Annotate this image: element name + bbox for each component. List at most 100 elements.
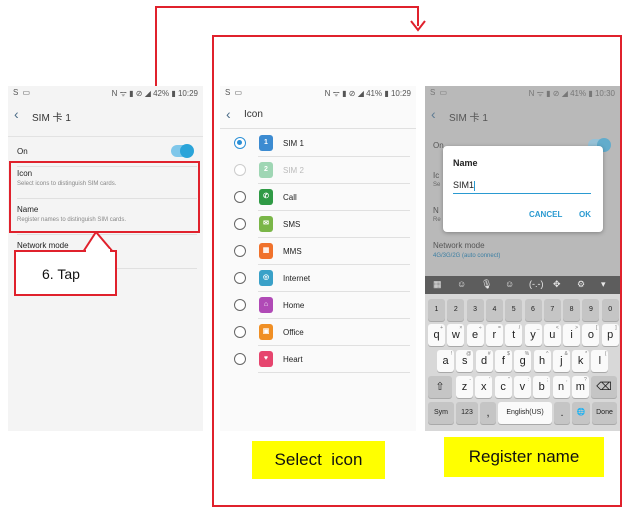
keyboard-key[interactable]: y _ bbox=[524, 324, 542, 346]
language-key[interactable]: 🌐 bbox=[572, 402, 590, 424]
keyboard-toolbar-icon[interactable]: ▦ bbox=[433, 279, 442, 290]
key-label: q bbox=[433, 329, 440, 341]
back-arrow-icon[interactable]: ‹ bbox=[14, 106, 19, 122]
keyboard-key[interactable]: n, bbox=[552, 376, 570, 398]
keyboard-key[interactable]: 6 bbox=[524, 299, 542, 321]
key-label: o bbox=[587, 329, 594, 341]
network-mode-value: 4G/3G/2G (auto connect) bbox=[433, 253, 501, 259]
radio-unselected-icon[interactable] bbox=[234, 164, 246, 176]
keyboard-key[interactable]: d # bbox=[475, 350, 493, 372]
ok-button[interactable]: OK bbox=[579, 210, 591, 219]
keyboard-key[interactable]: a! bbox=[437, 350, 454, 372]
keyboard-key[interactable]: 3 bbox=[466, 299, 484, 321]
keyboard-toolbar-icon[interactable]: 🎙 bbox=[481, 279, 492, 290]
sim-toggle-switch[interactable] bbox=[171, 144, 194, 158]
icon-option-label: Office bbox=[283, 328, 304, 337]
keyboard-key[interactable]: i > bbox=[563, 324, 581, 346]
keyboard-key[interactable]: k * bbox=[572, 350, 590, 372]
back-arrow-icon[interactable]: ‹ bbox=[226, 106, 231, 122]
keyboard-key[interactable]: h ^ bbox=[533, 350, 551, 372]
keyboard-key[interactable]: v: bbox=[513, 376, 531, 398]
key-label: Done bbox=[596, 409, 613, 416]
keyboard-key[interactable]: m? bbox=[571, 376, 589, 398]
keyboard-key[interactable]: w × bbox=[447, 324, 465, 346]
keyboard-key[interactable]: 5 bbox=[505, 299, 523, 321]
keyboard-toolbar-icon[interactable]: ☺ bbox=[505, 279, 514, 289]
comma-key[interactable]: , bbox=[480, 402, 496, 424]
keyboard-key[interactable]: b; bbox=[533, 376, 551, 398]
keyboard-toolbar-icon[interactable]: ▾ bbox=[601, 279, 606, 290]
number-key[interactable]: 123 bbox=[456, 402, 478, 424]
keyboard-key[interactable]: z- bbox=[456, 376, 473, 398]
name-dialog: Name SIM1 CANCEL OK bbox=[443, 146, 603, 232]
keyboard-key[interactable]: j & bbox=[552, 350, 570, 372]
radio-unselected-icon[interactable] bbox=[234, 191, 246, 203]
keyboard-key[interactable]: c " bbox=[494, 376, 512, 398]
keyboard-key[interactable]: g% bbox=[514, 350, 532, 372]
icon-option-row[interactable]: ◎ Internet bbox=[220, 265, 416, 292]
keyboard-key[interactable]: u < bbox=[543, 324, 561, 346]
keyboard-key[interactable]: 1 bbox=[428, 299, 445, 321]
keyboard-key[interactable]: x ' bbox=[475, 376, 493, 398]
radio-unselected-icon[interactable] bbox=[234, 218, 246, 230]
keyboard-key[interactable]: 7 bbox=[543, 299, 561, 321]
icon-option-row[interactable]: ♥ Heart bbox=[220, 346, 416, 373]
icon-option-row[interactable]: ▣ Office bbox=[220, 319, 416, 346]
keyboard-key[interactable]: o[ bbox=[582, 324, 600, 346]
icon-option-row[interactable]: ⌂ Home bbox=[220, 292, 416, 319]
cancel-button[interactable]: CANCEL bbox=[529, 210, 562, 219]
keyboard-key[interactable]: f $ bbox=[494, 350, 512, 372]
keyboard-key[interactable]: e ÷ bbox=[466, 324, 484, 346]
keyboard-key[interactable]: 9 bbox=[582, 299, 600, 321]
radio-unselected-icon[interactable] bbox=[234, 245, 246, 257]
icon-option-row[interactable]: ✉ SMS bbox=[220, 211, 416, 238]
icon-option-row[interactable]: 2 SIM 2 bbox=[220, 157, 416, 184]
keyboard-toolbar-icon[interactable]: (-.-) bbox=[529, 279, 544, 289]
key-hint: ^ bbox=[546, 351, 549, 357]
sim-icon-preview: ♥ bbox=[259, 351, 273, 367]
status-bar: S ▭ N ᯤ ▮ ⊘ ◢ 42% ▮ 10:29 bbox=[8, 86, 203, 100]
keyboard-toolbar-icon[interactable]: ✥ bbox=[553, 279, 561, 290]
keyboard-key[interactable]: r = bbox=[485, 324, 503, 346]
icon-option-row[interactable]: 1 SIM 1 bbox=[220, 130, 416, 157]
space-key[interactable]: English(US) bbox=[498, 402, 552, 424]
keyboard-key[interactable]: q + bbox=[428, 324, 445, 346]
keyboard-key[interactable]: 2 bbox=[447, 299, 465, 321]
key-label: 4 bbox=[492, 306, 497, 313]
keyboard-key[interactable]: t / bbox=[505, 324, 523, 346]
key-label: z bbox=[461, 381, 468, 393]
name-input[interactable]: SIM1 bbox=[453, 178, 591, 194]
keyboard-key[interactable]: l( bbox=[591, 350, 609, 372]
keyboard-toolbar-icon[interactable]: ⚙ bbox=[577, 279, 585, 290]
sym-key[interactable]: Sym bbox=[428, 402, 454, 424]
keyboard-toolbar-icon[interactable]: ☺ bbox=[457, 279, 466, 289]
keyboard-key[interactable]: 0 bbox=[601, 299, 619, 321]
back-arrow-icon[interactable]: ‹ bbox=[431, 106, 436, 122]
done-key[interactable]: Done bbox=[592, 402, 617, 424]
radio-unselected-icon[interactable] bbox=[234, 299, 246, 311]
keyboard-key[interactable]: 4 bbox=[485, 299, 503, 321]
radio-unselected-icon[interactable] bbox=[234, 272, 246, 284]
key-hint: / bbox=[518, 325, 521, 331]
key-hint: ! bbox=[450, 351, 452, 357]
key-hint: * bbox=[585, 351, 588, 357]
backspace-key[interactable]: ⌫ bbox=[591, 376, 617, 398]
period-key[interactable]: . bbox=[554, 402, 570, 424]
keyboard-key[interactable]: p] bbox=[601, 324, 619, 346]
name-description: Re bbox=[433, 217, 441, 223]
sim-icon-preview: ✆ bbox=[259, 189, 273, 205]
keyboard-key[interactable]: s @ bbox=[456, 350, 474, 372]
icon-option-row[interactable]: ▦ MMS bbox=[220, 238, 416, 265]
icon-option-label: Home bbox=[283, 301, 305, 310]
shift-key[interactable]: ⇧ bbox=[428, 376, 452, 398]
icon-option-row[interactable]: ✆ Call bbox=[220, 184, 416, 211]
key-hint: [ bbox=[596, 325, 598, 331]
radio-selected-icon[interactable] bbox=[234, 137, 246, 149]
icon-option-label: Heart bbox=[283, 355, 303, 364]
key-label: y bbox=[530, 329, 536, 341]
radio-unselected-icon[interactable] bbox=[234, 353, 246, 365]
network-mode-label: Network mode bbox=[17, 241, 69, 250]
radio-unselected-icon[interactable] bbox=[234, 326, 246, 338]
soft-keyboard: ▦ ☺ 🎙 ☺ (-.-) ✥ ⚙ ▾ 1 2 3 4 5 6 7 8 9 0 q + w × e ÷ r = t / y _ u < i > o… bbox=[425, 276, 620, 431]
keyboard-key[interactable]: 8 bbox=[563, 299, 581, 321]
